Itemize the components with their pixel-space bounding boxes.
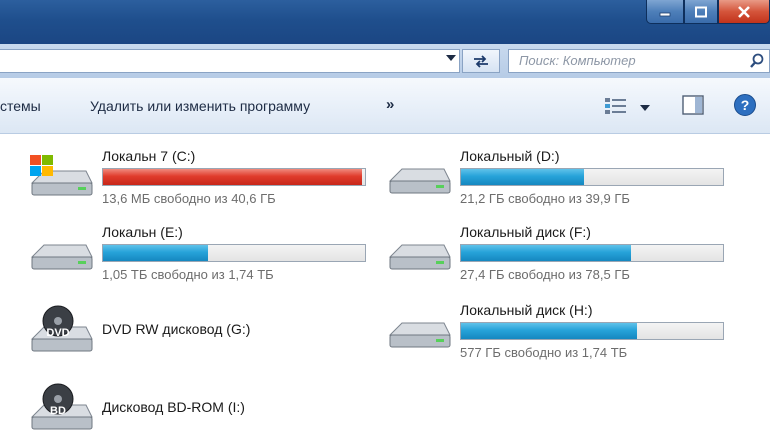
drive-name: DVD RW дисковод (G:): [102, 321, 251, 337]
minimize-button[interactable]: [646, 0, 684, 24]
windows-drive-icon: [30, 155, 93, 196]
maximize-button[interactable]: [684, 0, 718, 24]
svg-text:DVD: DVD: [46, 327, 69, 339]
address-history-dropdown-icon[interactable]: [446, 55, 456, 61]
drive-usage-fill: [461, 245, 632, 261]
preview-pane-icon[interactable]: [682, 95, 704, 115]
drive-usage-bar: [102, 244, 366, 262]
svg-text:?: ?: [741, 97, 750, 113]
bd-drive-icon: BD: [30, 383, 93, 430]
drive-usage-fill: [461, 169, 585, 185]
drive-name: Локальный диск (H:): [460, 302, 593, 318]
drive-usage-fill: [103, 169, 363, 185]
svg-text:BD: BD: [50, 405, 66, 417]
drive-h[interactable]: Локальный диск (H:) 577 ГБ свободно из 1…: [386, 299, 736, 360]
drive-free-space: 27,4 ГБ свободно из 78,5 ГБ: [460, 267, 630, 282]
command-bar: стемы Удалить или изменить программу » ?: [0, 78, 770, 134]
drive-g[interactable]: DVD DVD RW дисковод (G:): [28, 299, 378, 359]
maximize-icon: [695, 6, 707, 17]
close-icon: [738, 5, 750, 18]
search-icon[interactable]: [749, 53, 765, 69]
drive-usage-bar: [460, 322, 724, 340]
drive-usage-bar: [460, 168, 724, 186]
refresh-button[interactable]: [462, 49, 500, 73]
dvd-drive-icon: DVD: [30, 305, 93, 352]
hard-drive-icon: [388, 322, 451, 348]
drive-f[interactable]: Локальный диск (F:) 27,4 ГБ свободно из …: [386, 221, 736, 282]
hard-drive-icon: [30, 244, 93, 270]
drive-e[interactable]: Локальн (E:) 1,05 ТБ свободно из 1,74 ТБ: [28, 221, 378, 282]
window-title-bar: [0, 0, 770, 44]
drive-usage-fill: [103, 245, 208, 261]
search-input[interactable]: Поиск: Компьютер: [508, 49, 770, 73]
address-bar[interactable]: [0, 49, 460, 73]
drive-name: Локальный диск (F:): [460, 224, 591, 240]
search-placeholder: Поиск: Компьютер: [519, 53, 636, 68]
drive-name: Дисковод BD-ROM (I:): [102, 399, 245, 415]
more-commands-button[interactable]: »: [386, 96, 394, 113]
hard-drive-icon: [388, 244, 451, 270]
uninstall-program-button[interactable]: Удалить или изменить программу: [90, 98, 310, 114]
drive-name: Локальн 7 (C:): [102, 148, 196, 164]
drives-area: Локальн 7 (C:) 13,6 МБ свободно из 40,6 …: [0, 135, 770, 446]
view-options-dropdown-icon[interactable]: [640, 105, 650, 111]
address-row: Поиск: Компьютер: [0, 44, 770, 78]
drive-usage-bar: [102, 168, 366, 186]
drive-d[interactable]: Локальный (D:) 21,2 ГБ свободно из 39,9 …: [386, 145, 736, 206]
window-controls: [646, 0, 770, 24]
minimize-icon: [659, 12, 671, 16]
drive-i[interactable]: BD Дисковод BD-ROM (I:): [28, 377, 378, 437]
drive-free-space: 21,2 ГБ свободно из 39,9 ГБ: [460, 191, 630, 206]
help-icon[interactable]: ?: [733, 93, 757, 117]
system-properties-button[interactable]: стемы: [0, 98, 41, 114]
close-button[interactable]: [718, 0, 770, 24]
drive-usage-bar: [460, 244, 724, 262]
change-view-icon[interactable]: [604, 96, 630, 116]
drive-free-space: 1,05 ТБ свободно из 1,74 ТБ: [102, 267, 274, 282]
drive-name: Локальн (E:): [102, 224, 183, 240]
drive-c[interactable]: Локальн 7 (C:) 13,6 МБ свободно из 40,6 …: [28, 145, 378, 206]
drive-free-space: 577 ГБ свободно из 1,74 ТБ: [460, 345, 628, 360]
refresh-icon: [474, 55, 488, 68]
drive-name: Локальный (D:): [460, 148, 560, 164]
drive-free-space: 13,6 МБ свободно из 40,6 ГБ: [102, 191, 276, 206]
hard-drive-icon: [388, 168, 451, 194]
drive-usage-fill: [461, 323, 637, 339]
